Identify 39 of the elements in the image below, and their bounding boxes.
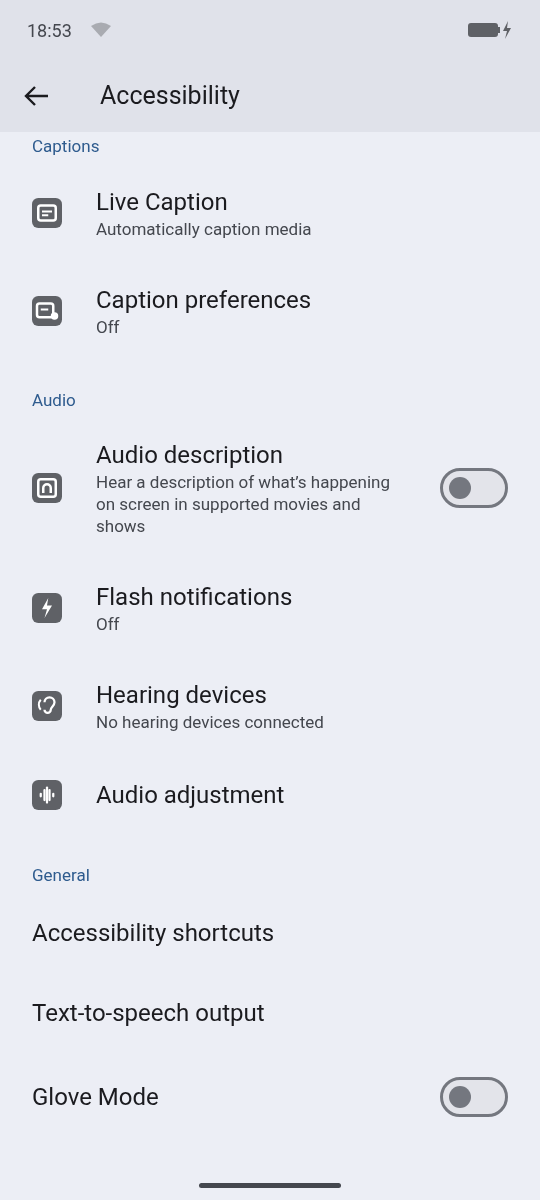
- status-time: 18:53: [27, 18, 72, 43]
- setting-subtitle: No hearing devices connected: [96, 711, 325, 733]
- setting-title: Caption preferences: [96, 284, 313, 316]
- setting-title: Glove Mode: [32, 1081, 160, 1113]
- setting-subtitle: Off: [96, 613, 121, 635]
- lightning-icon: [32, 593, 62, 623]
- setting-title: Audio adjustment: [96, 780, 286, 811]
- waveform-icon: [32, 780, 62, 810]
- setting-title: Hearing devices: [96, 680, 268, 711]
- setting-row[interactable]: Accessibility shortcuts: [0, 892, 540, 973]
- section-header: Audio: [32, 389, 76, 410]
- setting-subtitle: Hear a description of what’s happening on screen in supported movies and shows: [96, 471, 391, 537]
- toggle-switch[interactable]: [440, 468, 508, 508]
- setting-subtitle: Off: [96, 315, 121, 338]
- setting-row[interactable]: Text-to-speech output: [0, 972, 540, 1053]
- setting-title: Live Caption: [96, 186, 229, 218]
- back-arrow-icon[interactable]: [24, 85, 50, 107]
- setting-subtitle: Automatically caption media: [96, 217, 313, 240]
- toggle-switch[interactable]: [440, 1076, 508, 1117]
- caption-icon: [32, 197, 62, 228]
- setting-title: Audio description: [96, 440, 285, 471]
- setting-row[interactable]: Audio adjustment: [0, 755, 540, 835]
- battery-charging-icon: [467, 20, 513, 40]
- page-title: Accessibility: [100, 80, 240, 113]
- wifi-icon: [89, 22, 112, 38]
- ear-icon: [32, 691, 62, 721]
- audio-description-icon: [32, 473, 62, 503]
- setting-row[interactable]: Flash notifications Off: [0, 559, 540, 657]
- section-header: Captions: [32, 136, 100, 156]
- caption-settings-icon: [32, 295, 62, 326]
- setting-title: Text-to-speech output: [32, 997, 266, 1029]
- setting-row[interactable]: Glove Mode: [0, 1052, 540, 1141]
- setting-row[interactable]: Audio description Hear a description of what’s happening on screen in supported movies and shows: [0, 417, 540, 559]
- setting-row[interactable]: Hearing devices No hearing devices connected: [0, 657, 540, 755]
- setting-row[interactable]: Live Caption Automatically caption media: [0, 163, 540, 262]
- setting-title: Accessibility shortcuts: [32, 917, 276, 949]
- setting-row[interactable]: Caption preferences Off: [0, 261, 540, 360]
- setting-title: Flash notifications: [96, 582, 294, 613]
- section-header: General: [32, 865, 90, 885]
